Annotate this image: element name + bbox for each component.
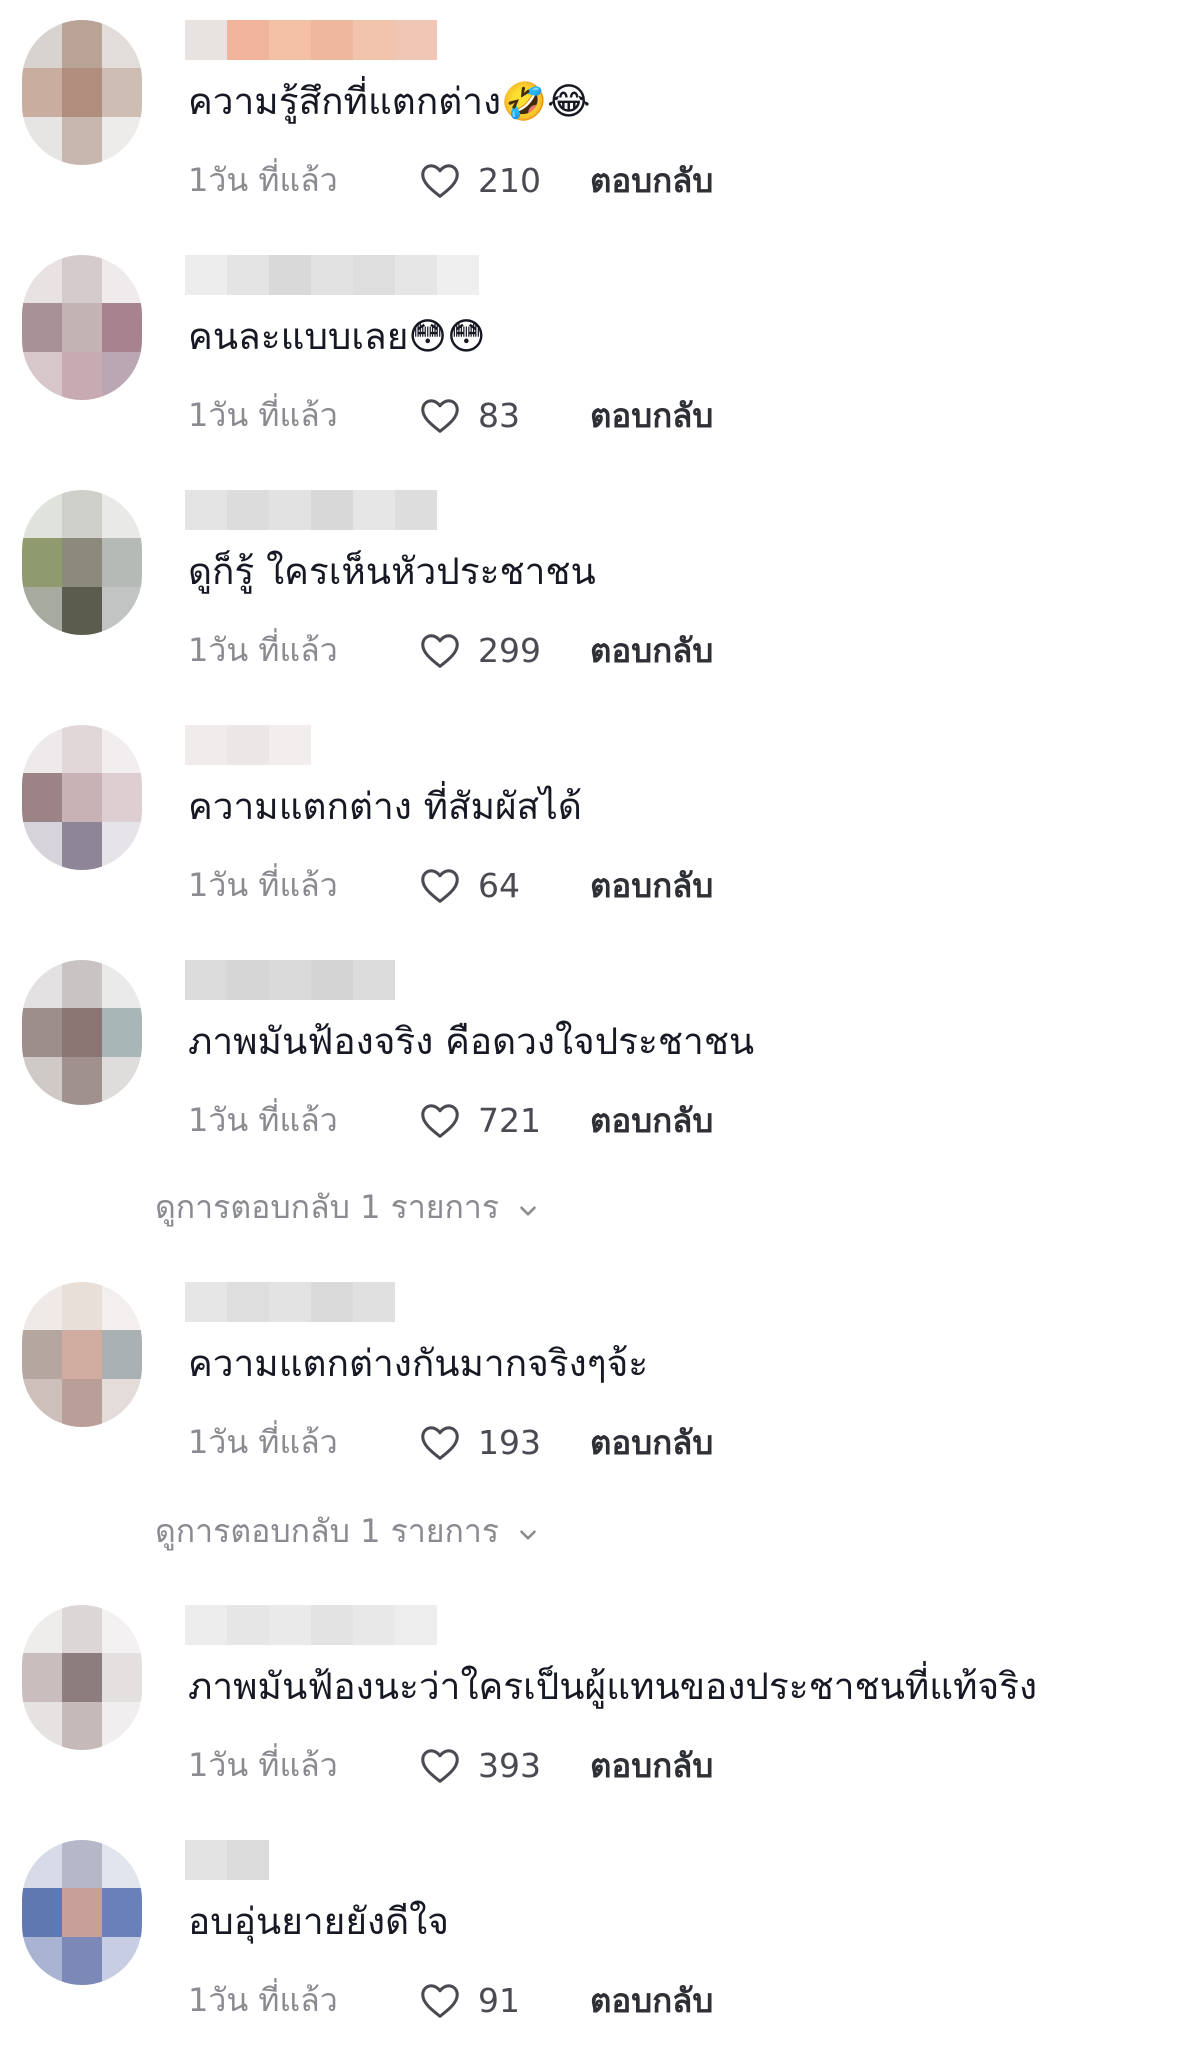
- avatar[interactable]: [22, 255, 142, 400]
- timestamp: 1วัน ที่แล้ว: [188, 395, 338, 434]
- avatar[interactable]: [22, 960, 142, 1105]
- comment-item: ดูก็รู้ ใครเห็นหัวประชาชน 1วัน ที่แล้ว 2…: [0, 490, 1200, 700]
- like-count: 299: [478, 630, 541, 670]
- heart-outline-icon[interactable]: [416, 1097, 464, 1143]
- reply-button[interactable]: ตอบกลับ: [590, 1416, 713, 1469]
- avatar[interactable]: [22, 725, 142, 870]
- comment-meta: 1วัน ที่แล้ว 83 ตอบกลับ: [188, 390, 713, 440]
- comment-meta: 1วัน ที่แล้ว 721 ตอบกลับ: [188, 1095, 713, 1145]
- username-blurred[interactable]: [185, 255, 479, 295]
- comment-text: อบอุ่นยายยังดีใจ: [188, 1900, 449, 1943]
- like-count: 91: [478, 1980, 520, 2020]
- reply-button[interactable]: ตอบกลับ: [590, 1974, 713, 2027]
- view-replies-button[interactable]: ดูการตอบกลับ 1 รายการ: [155, 1507, 541, 1555]
- comment-item: อบอุ่นยายยังดีใจ 1วัน ที่แล้ว 91 ตอบกลับ: [0, 1840, 1200, 2050]
- comment-meta: 1วัน ที่แล้ว 210 ตอบกลับ: [188, 155, 713, 205]
- heart-outline-icon[interactable]: [416, 862, 464, 908]
- username-blurred[interactable]: [185, 1605, 437, 1645]
- comment-item: ภาพมันฟ้องนะว่าใครเป็นผู้แทนของประชาชนที…: [0, 1605, 1200, 1815]
- timestamp: 1วัน ที่แล้ว: [188, 1422, 338, 1461]
- comment-text: ภาพมันฟ้องนะว่าใครเป็นผู้แทนของประชาชนที…: [188, 1665, 1038, 1708]
- chevron-down-icon: [515, 1194, 541, 1220]
- chevron-down-icon: [515, 1518, 541, 1544]
- avatar[interactable]: [22, 1840, 142, 1985]
- comment-item: ความแตกต่าง ที่สัมผัสได้ 1วัน ที่แล้ว 64…: [0, 725, 1200, 935]
- heart-outline-icon[interactable]: [416, 1742, 464, 1788]
- timestamp: 1วัน ที่แล้ว: [188, 865, 338, 904]
- timestamp: 1วัน ที่แล้ว: [188, 1100, 338, 1139]
- heart-outline-icon[interactable]: [416, 392, 464, 438]
- reply-button[interactable]: ตอบกลับ: [590, 624, 713, 677]
- comment-meta: 1วัน ที่แล้ว 91 ตอบกลับ: [188, 1975, 713, 2025]
- comment-item: ความแตกต่างกันมากจริงๆจ้ะ 1วัน ที่แล้ว 1…: [0, 1282, 1200, 1492]
- timestamp: 1วัน ที่แล้ว: [188, 1745, 338, 1784]
- like-count: 64: [478, 865, 520, 905]
- comment-item: ความรู้สึกที่แตกต่าง🤣😂 1วัน ที่แล้ว 210 …: [0, 20, 1200, 230]
- like-count: 83: [478, 395, 520, 435]
- comment-item: ภาพมันฟ้องจริง คือดวงใจประชาชน 1วัน ที่แ…: [0, 960, 1200, 1170]
- timestamp: 1วัน ที่แล้ว: [188, 160, 338, 199]
- view-replies-label: ดูการตอบกลับ 1 รายการ: [155, 1187, 500, 1226]
- timestamp: 1วัน ที่แล้ว: [188, 1980, 338, 2019]
- heart-outline-icon[interactable]: [416, 627, 464, 673]
- username-blurred[interactable]: [185, 1840, 269, 1880]
- comment-text: ความแตกต่าง ที่สัมผัสได้: [188, 785, 582, 828]
- avatar[interactable]: [22, 490, 142, 635]
- comment-meta: 1วัน ที่แล้ว 393 ตอบกลับ: [188, 1740, 713, 1790]
- comment-meta: 1วัน ที่แล้ว 299 ตอบกลับ: [188, 625, 713, 675]
- comment-text: ความรู้สึกที่แตกต่าง🤣😂: [188, 80, 591, 123]
- view-replies-button[interactable]: ดูการตอบกลับ 1 รายการ: [155, 1183, 541, 1231]
- comment-text: ดูก็รู้ ใครเห็นหัวประชาชน: [188, 550, 596, 593]
- username-blurred[interactable]: [185, 20, 437, 60]
- comment-text: ภาพมันฟ้องจริง คือดวงใจประชาชน: [188, 1020, 755, 1063]
- heart-outline-icon[interactable]: [416, 1419, 464, 1465]
- heart-outline-icon[interactable]: [416, 1977, 464, 2023]
- comment-text: คนละแบบเลย😳😳: [188, 315, 486, 358]
- avatar[interactable]: [22, 1605, 142, 1750]
- timestamp: 1วัน ที่แล้ว: [188, 630, 338, 669]
- reply-button[interactable]: ตอบกลับ: [590, 1739, 713, 1792]
- like-count: 721: [478, 1100, 541, 1140]
- reply-button[interactable]: ตอบกลับ: [590, 389, 713, 442]
- like-count: 393: [478, 1745, 541, 1785]
- like-count: 210: [478, 160, 541, 200]
- comment-item: คนละแบบเลย😳😳 1วัน ที่แล้ว 83 ตอบกลับ: [0, 255, 1200, 465]
- reply-button[interactable]: ตอบกลับ: [590, 154, 713, 207]
- comment-meta: 1วัน ที่แล้ว 193 ตอบกลับ: [188, 1417, 713, 1467]
- username-blurred[interactable]: [185, 490, 437, 530]
- avatar[interactable]: [22, 20, 142, 165]
- reply-button[interactable]: ตอบกลับ: [590, 1094, 713, 1147]
- like-count: 193: [478, 1422, 541, 1462]
- username-blurred[interactable]: [185, 1282, 395, 1322]
- reply-button[interactable]: ตอบกลับ: [590, 859, 713, 912]
- username-blurred[interactable]: [185, 725, 311, 765]
- comment-text: ความแตกต่างกันมากจริงๆจ้ะ: [188, 1342, 649, 1385]
- avatar[interactable]: [22, 1282, 142, 1427]
- username-blurred[interactable]: [185, 960, 395, 1000]
- view-replies-label: ดูการตอบกลับ 1 รายการ: [155, 1511, 500, 1550]
- comment-meta: 1วัน ที่แล้ว 64 ตอบกลับ: [188, 860, 713, 910]
- heart-outline-icon[interactable]: [416, 157, 464, 203]
